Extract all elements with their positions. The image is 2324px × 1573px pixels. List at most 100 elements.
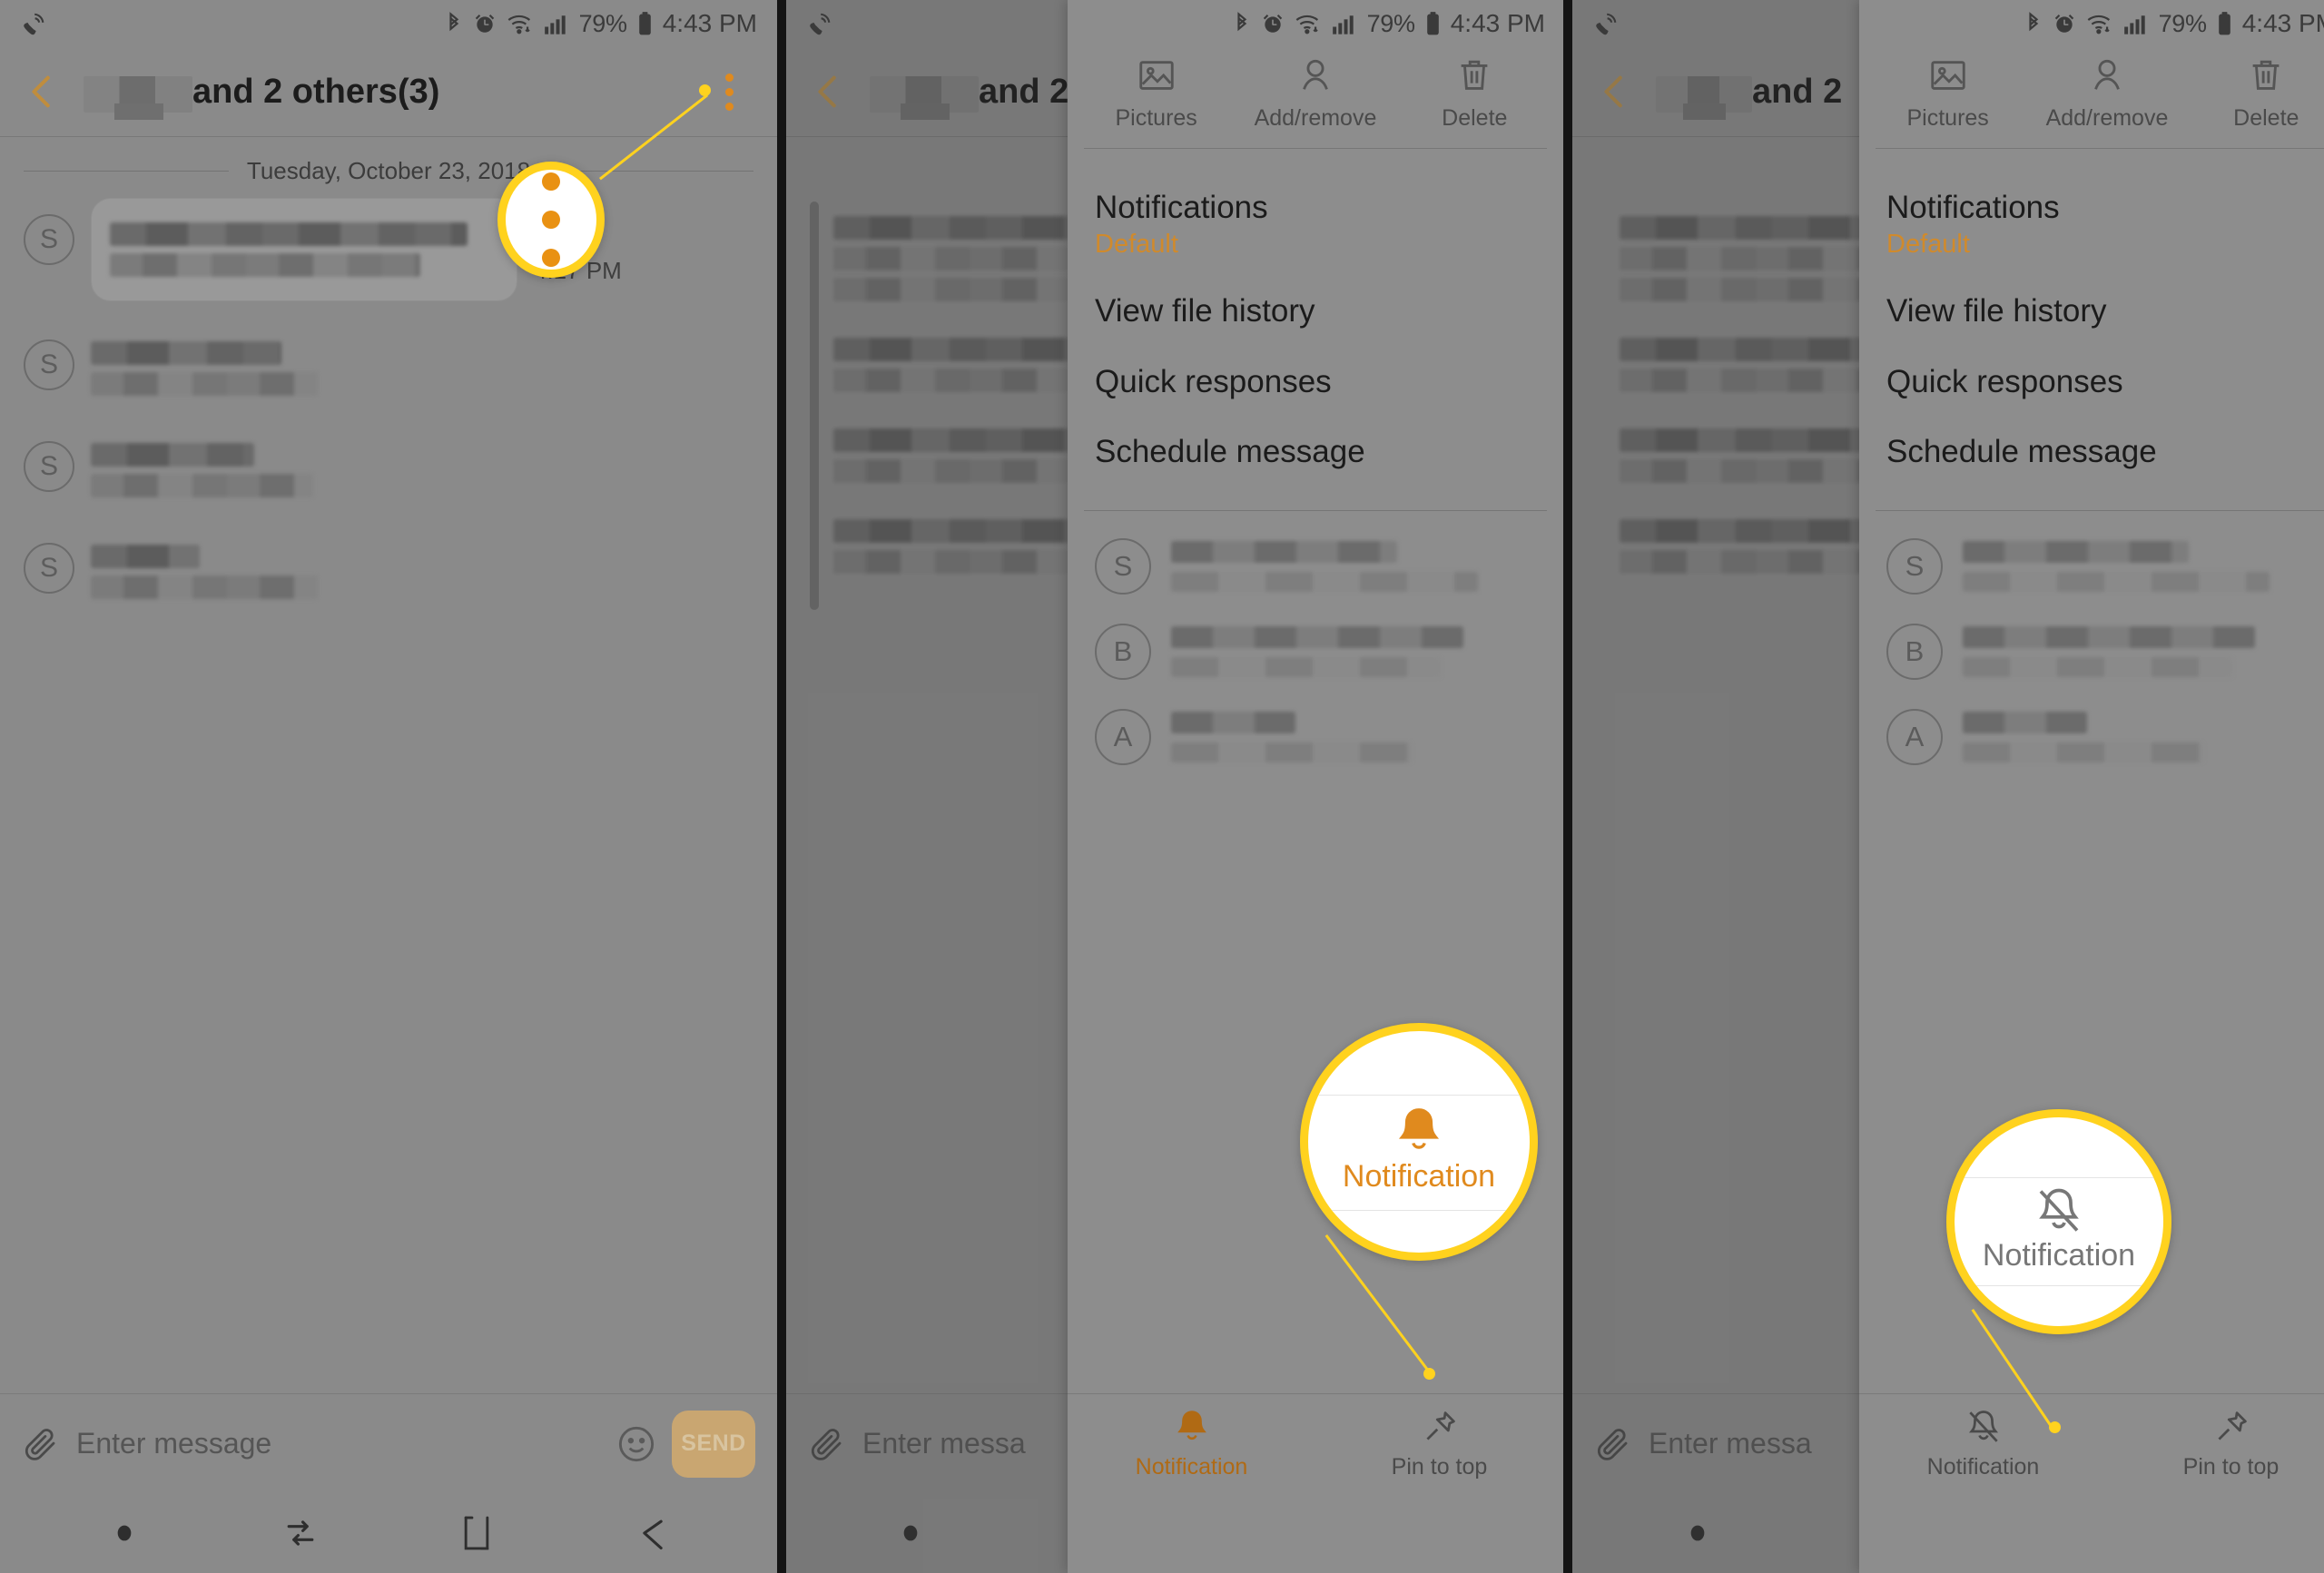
message-bubble[interactable] xyxy=(91,323,318,403)
conversation-title-text: and 2 xyxy=(1752,72,1843,111)
avatar: S xyxy=(1886,538,1943,595)
message-row[interactable]: S MMS 4:17 PM xyxy=(24,198,753,301)
battery-percent: 79% xyxy=(1366,9,1415,37)
message-input[interactable]: Enter messa xyxy=(1649,1427,1812,1460)
menu-item-quick-responses[interactable]: Quick responses xyxy=(1068,347,1563,417)
menu-action-add-remove[interactable]: Add/remove xyxy=(1247,54,1384,132)
menu-action-pictures[interactable]: Pictures xyxy=(1088,54,1225,132)
redacted-message-line xyxy=(91,341,281,365)
avatar: S xyxy=(24,214,74,265)
paperclip-icon[interactable] xyxy=(1594,1425,1632,1463)
person-icon xyxy=(1295,54,1336,96)
signal-icon xyxy=(2123,12,2149,35)
redacted-contact-number xyxy=(1171,742,1413,763)
send-button[interactable]: SEND xyxy=(672,1410,755,1478)
menu-item-notifications[interactable]: Notifications Default xyxy=(1068,172,1563,276)
message-row[interactable]: S xyxy=(24,425,753,505)
trash-icon xyxy=(1453,54,1495,96)
message-input[interactable]: Enter messa xyxy=(862,1427,1026,1460)
compose-right-actions: SEND xyxy=(615,1410,755,1478)
redacted-contact-number xyxy=(1963,657,2233,678)
back-icon[interactable] xyxy=(808,71,850,113)
redacted-contact-name xyxy=(1963,541,2190,564)
list-item[interactable]: S xyxy=(1859,524,2324,609)
menu-item-sublabel: Default xyxy=(1095,230,1178,260)
avatar: A xyxy=(1886,709,1943,766)
redacted-message-line xyxy=(110,222,468,246)
message-bubble[interactable] xyxy=(91,198,517,301)
redacted-contact-number xyxy=(1963,742,2204,763)
signal-icon xyxy=(544,12,569,35)
pin-to-top-button[interactable]: Pin to top xyxy=(2107,1407,2324,1480)
screenshot-stage: 79% 4:43 PM and 2 others(3) Tuesday, Oct… xyxy=(0,0,2324,1573)
phone-panel-3: and 2 Enter messa 79% 4:43 P Pictures Ad… xyxy=(1572,0,2324,1573)
menu-action-pictures[interactable]: Pictures xyxy=(1880,54,2016,132)
back-icon[interactable] xyxy=(22,71,64,113)
callout-line-top xyxy=(1308,1095,1530,1096)
menu-action-delete[interactable]: Delete xyxy=(1406,54,1542,132)
avatar: B xyxy=(1095,624,1151,681)
back-icon[interactable] xyxy=(1594,71,1636,113)
wifi-calling-icon xyxy=(20,11,47,36)
bluetooth-icon xyxy=(1233,11,1251,36)
message-bubble[interactable] xyxy=(91,526,318,606)
page-title: and 2 others(3) xyxy=(84,73,439,120)
avatar: S xyxy=(24,339,74,390)
bell-off-icon xyxy=(1964,1407,2004,1447)
menu-action-label: Pictures xyxy=(1906,105,1989,131)
home-icon[interactable] xyxy=(454,1510,499,1556)
recents-dot-icon[interactable] xyxy=(102,1510,147,1556)
message-bubble[interactable] xyxy=(91,425,313,505)
menu-action-label: Add/remove xyxy=(1254,105,1377,131)
menu-action-add-remove[interactable]: Add/remove xyxy=(2039,54,2175,132)
recents-dot-icon[interactable] xyxy=(888,1510,933,1556)
back-icon[interactable] xyxy=(630,1510,675,1556)
message-row[interactable]: S xyxy=(24,526,753,606)
bluetooth-icon xyxy=(445,11,463,36)
menu-action-label: Add/remove xyxy=(2045,105,2169,131)
menu-action-delete[interactable]: Delete xyxy=(2198,54,2324,132)
menu-item-quick-responses[interactable]: Quick responses xyxy=(1859,347,2324,417)
avatar: S xyxy=(24,543,74,594)
picture-icon xyxy=(1927,54,1969,96)
message-row[interactable]: S xyxy=(24,323,753,403)
paperclip-icon[interactable] xyxy=(22,1425,60,1463)
smiley-icon[interactable] xyxy=(615,1423,657,1465)
redacted-message-line xyxy=(91,545,200,568)
recents-dot-icon[interactable] xyxy=(1675,1510,1720,1556)
battery-icon xyxy=(637,11,653,36)
status-bar-right-icons: 79% 4:43 PM xyxy=(2024,9,2324,38)
menu-item-notifications[interactable]: Notifications Default xyxy=(1859,172,2324,276)
menu-item-list-2: Notifications Default View file history … xyxy=(1068,149,1563,494)
status-bar-menu-2: 79% 4:43 PM xyxy=(1068,0,1563,47)
menu-contact-list-2: S B A xyxy=(1068,511,1563,780)
list-item[interactable]: S xyxy=(1068,524,1563,609)
paperclip-icon[interactable] xyxy=(808,1425,846,1463)
menu-item-view-file-history[interactable]: View file history xyxy=(1859,276,2324,346)
menu-item-schedule-message[interactable]: Schedule message xyxy=(1068,417,1563,487)
status-bar-left-icons xyxy=(20,11,47,36)
list-item[interactable]: A xyxy=(1068,694,1563,780)
list-item[interactable]: A xyxy=(1859,694,2324,780)
more-options-dot xyxy=(542,172,560,191)
person-icon xyxy=(2086,54,2128,96)
multiwindow-icon[interactable] xyxy=(278,1510,323,1556)
notification-toggle[interactable]: Notification xyxy=(1859,1407,2107,1480)
status-bar-right-icons: 79% 4:43 PM xyxy=(445,9,757,38)
alarm-icon xyxy=(473,12,497,35)
contact-info xyxy=(1171,541,1536,593)
callout-line-bottom xyxy=(1955,1285,2163,1286)
notification-label: Notification xyxy=(1135,1454,1248,1480)
menu-item-view-file-history[interactable]: View file history xyxy=(1068,276,1563,346)
menu-item-schedule-message[interactable]: Schedule message xyxy=(1859,417,2324,487)
pin-to-top-button[interactable]: Pin to top xyxy=(1315,1407,1563,1480)
redacted-contact-number xyxy=(1171,657,1442,678)
menu-action-row-3: Pictures Add/remove Delete xyxy=(1859,47,2324,148)
menu-item-label: Notifications xyxy=(1095,190,1268,225)
list-item[interactable]: B xyxy=(1068,609,1563,694)
list-item[interactable]: B xyxy=(1859,609,2324,694)
notification-toggle[interactable]: Notification xyxy=(1068,1407,1315,1480)
battery-percent: 79% xyxy=(2158,9,2207,37)
callout-notification-off: Notification xyxy=(1946,1109,2171,1334)
message-input[interactable]: Enter message xyxy=(76,1427,271,1460)
